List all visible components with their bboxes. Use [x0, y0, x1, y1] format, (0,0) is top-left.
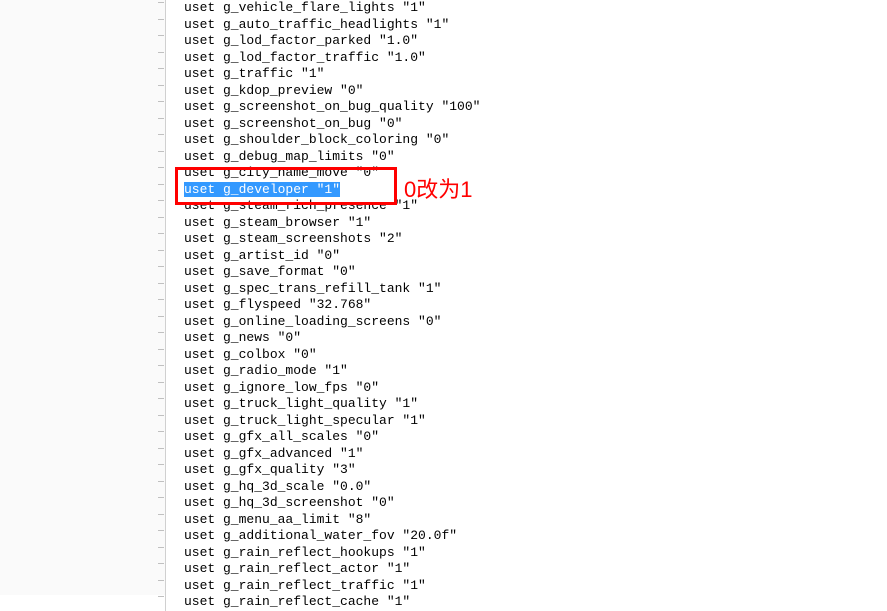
code-line[interactable]: uset g_lod_factor_parked "1.0": [184, 33, 480, 50]
editor-gutter: [0, 0, 165, 595]
code-line[interactable]: uset g_rain_reflect_hookups "1": [184, 545, 480, 562]
code-line[interactable]: uset g_menu_aa_limit "8": [184, 512, 480, 529]
code-text-area[interactable]: uset g_vehicle_flare_lights "1"uset g_au…: [165, 0, 480, 611]
code-line[interactable]: uset g_rain_reflect_actor "1": [184, 561, 480, 578]
code-line[interactable]: uset g_shoulder_block_coloring "0": [184, 132, 480, 149]
code-line[interactable]: uset g_vehicle_flare_lights "1": [184, 0, 480, 17]
code-line[interactable]: uset g_gfx_quality "3": [184, 462, 480, 479]
code-line[interactable]: uset g_ignore_low_fps "0": [184, 380, 480, 397]
selected-code-line[interactable]: uset g_developer "1": [184, 182, 340, 197]
code-line[interactable]: uset g_traffic "1": [184, 66, 480, 83]
code-line[interactable]: uset g_steam_browser "1": [184, 215, 480, 232]
code-line[interactable]: uset g_city_name_move "0": [184, 165, 480, 182]
code-line[interactable]: uset g_kdop_preview "0": [184, 83, 480, 100]
code-line[interactable]: uset g_colbox "0": [184, 347, 480, 364]
code-line[interactable]: uset g_rain_reflect_cache "1": [184, 594, 480, 611]
code-line[interactable]: uset g_save_format "0": [184, 264, 480, 281]
code-line[interactable]: uset g_hq_3d_screenshot "0": [184, 495, 480, 512]
code-line[interactable]: uset g_auto_traffic_headlights "1": [184, 17, 480, 34]
code-line[interactable]: uset g_gfx_advanced "1": [184, 446, 480, 463]
code-line[interactable]: uset g_hq_3d_scale "0.0": [184, 479, 480, 496]
code-line[interactable]: uset g_lod_factor_traffic "1.0": [184, 50, 480, 67]
code-line[interactable]: uset g_debug_map_limits "0": [184, 149, 480, 166]
code-line[interactable]: uset g_steam_screenshots "2": [184, 231, 480, 248]
code-line[interactable]: uset g_news "0": [184, 330, 480, 347]
gutter-fold-marks: [158, 0, 164, 595]
code-line[interactable]: uset g_truck_light_quality "1": [184, 396, 480, 413]
code-line[interactable]: uset g_steam_rich_presence "1": [184, 198, 480, 215]
code-line[interactable]: uset g_developer "1": [184, 182, 480, 199]
code-line[interactable]: uset g_screenshot_on_bug_quality "100": [184, 99, 480, 116]
code-line[interactable]: uset g_rain_reflect_traffic "1": [184, 578, 480, 595]
code-line[interactable]: uset g_gfx_all_scales "0": [184, 429, 480, 446]
code-editor-area[interactable]: uset g_vehicle_flare_lights "1"uset g_au…: [165, 0, 480, 611]
code-line[interactable]: uset g_truck_light_specular "1": [184, 413, 480, 430]
code-line[interactable]: uset g_additional_water_fov "20.0f": [184, 528, 480, 545]
code-line[interactable]: uset g_flyspeed "32.768": [184, 297, 480, 314]
code-line[interactable]: uset g_radio_mode "1": [184, 363, 480, 380]
code-line[interactable]: uset g_spec_trans_refill_tank "1": [184, 281, 480, 298]
code-line[interactable]: uset g_online_loading_screens "0": [184, 314, 480, 331]
code-line[interactable]: uset g_artist_id "0": [184, 248, 480, 265]
code-line[interactable]: uset g_screenshot_on_bug "0": [184, 116, 480, 133]
